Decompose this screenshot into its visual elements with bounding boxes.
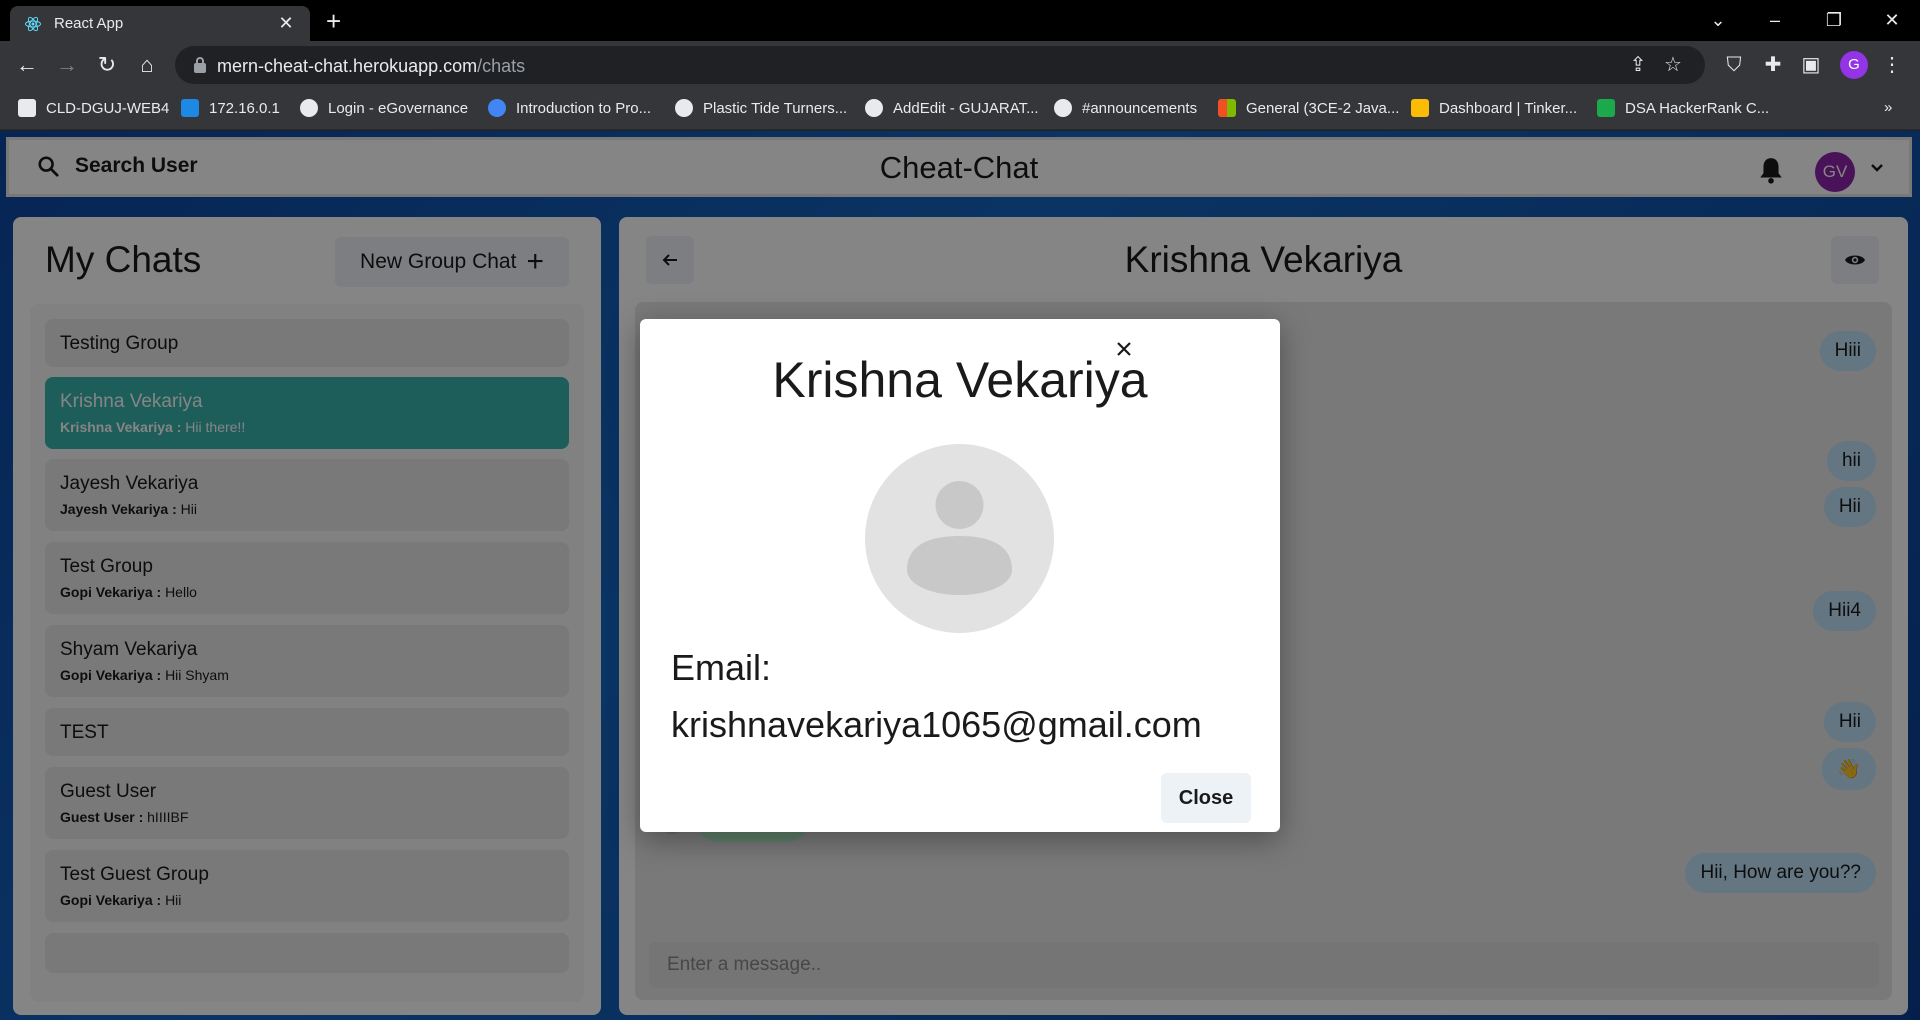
bookmark-item[interactable]: Plastic Tide Turners...: [675, 99, 847, 117]
close-icon[interactable]: [1108, 333, 1140, 365]
google-icon: [488, 99, 506, 117]
browser-tab-strip: React App ✕ + ⌄ – ❐ ✕: [0, 0, 1920, 41]
back-icon[interactable]: ←: [14, 53, 40, 77]
bookmark-item[interactable]: General (3CE-2 Java...: [1218, 99, 1399, 117]
bookmark-item[interactable]: Dashboard | Tinker...: [1411, 99, 1577, 117]
new-tab-icon[interactable]: +: [326, 8, 341, 34]
tab-close-icon[interactable]: ✕: [276, 13, 296, 34]
window-close-icon[interactable]: ✕: [1880, 8, 1904, 32]
globe-icon: [865, 99, 883, 117]
bookmark-item[interactable]: AddEdit - GUJARAT...: [865, 99, 1039, 117]
react-favicon-icon: [25, 16, 41, 31]
default-user-icon: [907, 481, 1012, 595]
hackerrank-icon: [1597, 99, 1615, 117]
shield-extension-icon[interactable]: ⛉: [1722, 55, 1746, 75]
bookmark-favicon-icon: [18, 99, 36, 117]
forward-icon[interactable]: →: [54, 53, 80, 77]
browser-menu-icon[interactable]: ⋮: [1880, 55, 1904, 75]
bookmark-item[interactable]: 172.16.0.1: [181, 99, 280, 117]
globe-icon: [675, 99, 693, 117]
omnibox[interactable]: mern-cheat-chat.herokuapp.com/chats ⇪ ☆: [175, 46, 1705, 84]
browser-profile-avatar[interactable]: G: [1840, 51, 1868, 79]
microsoft-icon: [1218, 99, 1236, 117]
email-info: Email: krishnavekariya1065@gmail.com: [671, 639, 1202, 753]
email-label: Email:: [671, 647, 772, 688]
bookmark-favicon-icon: [181, 99, 199, 117]
tinkercad-icon: [1411, 99, 1429, 117]
bookmark-item[interactable]: Login - eGovernance: [300, 99, 468, 117]
bookmark-item[interactable]: DSA HackerRank C...: [1597, 99, 1769, 117]
home-icon[interactable]: ⌂: [134, 53, 160, 77]
more-bookmarks-icon[interactable]: »: [1884, 99, 1892, 116]
tab-search-icon[interactable]: ⌄: [1706, 8, 1730, 32]
lock-icon: [194, 57, 206, 73]
tab-title: React App: [54, 15, 124, 32]
bookmark-star-icon[interactable]: ☆: [1661, 55, 1685, 75]
bookmark-item[interactable]: Introduction to Pro...: [488, 99, 651, 117]
globe-icon: [1054, 99, 1072, 117]
profile-modal: Krishna Vekariya Email: krishnavekariya1…: [640, 319, 1280, 832]
reload-icon[interactable]: ↻: [94, 53, 120, 77]
app-viewport: Search User Cheat-Chat GV My Chats New G…: [0, 131, 1920, 1020]
minimize-icon[interactable]: –: [1763, 8, 1787, 32]
modal-title: Krishna Vekariya: [772, 352, 1148, 408]
bookmark-item[interactable]: CLD-DGUJ-WEB4: [18, 99, 169, 117]
bookmark-item[interactable]: #announcements: [1054, 99, 1197, 117]
profile-picture: [865, 444, 1054, 633]
close-button[interactable]: Close: [1161, 773, 1251, 823]
side-panel-icon[interactable]: ▣: [1799, 55, 1823, 75]
address-bar: ← → ↻ ⌂ mern-cheat-chat.herokuapp.com/ch…: [0, 41, 1920, 90]
browser-tab[interactable]: React App ✕: [10, 6, 310, 41]
restore-icon[interactable]: ❐: [1822, 8, 1846, 32]
extensions-puzzle-icon[interactable]: ✚: [1761, 55, 1785, 75]
url-text: mern-cheat-chat.herokuapp.com/chats: [217, 56, 526, 76]
globe-icon: [300, 99, 318, 117]
bookmarks-bar: CLD-DGUJ-WEB4 172.16.0.1 Login - eGovern…: [0, 90, 1920, 130]
email-value: krishnavekariya1065@gmail.com: [671, 704, 1202, 745]
share-icon[interactable]: ⇪: [1626, 55, 1650, 75]
